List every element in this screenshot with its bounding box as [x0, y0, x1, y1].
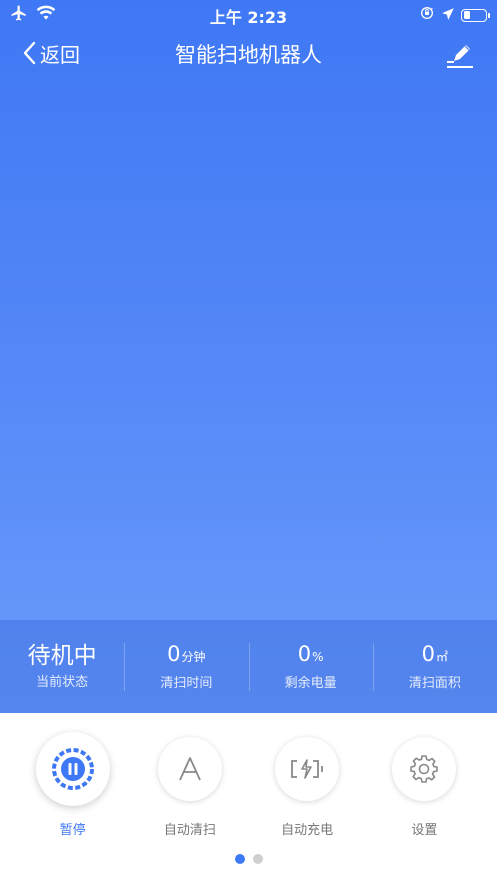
stat-value: 0分钟 — [167, 639, 205, 672]
auto-letter-icon — [179, 757, 201, 781]
auto-charge-button-circle[interactable] — [275, 737, 340, 801]
stat-value: 0% — [298, 639, 324, 672]
back-label: 返回 — [40, 43, 80, 67]
status-right — [419, 5, 490, 25]
control-label: 设置 — [411, 823, 438, 838]
battery-level — [463, 11, 470, 19]
stat-label: 清扫面积 — [408, 676, 461, 691]
stat-unit: % — [312, 650, 324, 664]
edit-button[interactable] — [445, 40, 475, 70]
stat-label: 清扫时间 — [160, 676, 213, 691]
settings-button[interactable]: 设置 — [374, 737, 474, 838]
auto-clean-button[interactable]: 自动清扫 — [140, 737, 240, 838]
battery-icon — [461, 8, 490, 22]
stat-label: 剩余电量 — [284, 676, 337, 691]
pause-button[interactable]: 暂停 — [23, 732, 123, 838]
stat-number: 0 — [421, 642, 436, 666]
stat-unit: 分钟 — [181, 650, 206, 664]
page-title: 智能扫地机器人 — [175, 43, 322, 67]
map-area: 上午 2:23 返回 智能扫地机器人 待机中 当前状态 0分钟 清扫时间 0% … — [0, 0, 497, 713]
stat-current-state: 待机中 当前状态 — [0, 635, 124, 699]
orientation-lock-icon — [419, 5, 435, 25]
page-dot-2[interactable] — [252, 854, 263, 864]
location-arrow-icon — [441, 6, 455, 25]
back-button[interactable]: 返回 — [22, 40, 80, 70]
auto-clean-button-circle[interactable] — [157, 737, 222, 801]
pencil-edit-icon — [447, 45, 473, 68]
control-label: 自动清扫 — [163, 823, 216, 838]
pause-icon — [51, 748, 94, 790]
control-panel: 暂停 自动清扫 自动充电 设置 — [0, 713, 497, 883]
control-row: 暂停 自动清扫 自动充电 设置 — [0, 732, 497, 838]
stat-unit: ㎡ — [436, 650, 449, 664]
stat-value: 待机中 — [28, 641, 97, 671]
stat-clean-area: 0㎡ 清扫面积 — [372, 635, 497, 699]
stat-number: 0 — [297, 642, 312, 666]
chevron-left-icon — [22, 41, 36, 69]
stat-number: 0 — [167, 642, 181, 666]
control-label: 暂停 — [59, 823, 86, 838]
stat-clean-time: 0分钟 清扫时间 — [124, 635, 248, 699]
robot-vacuum-screen: 上午 2:23 返回 智能扫地机器人 待机中 当前状态 0分钟 清扫时间 0% … — [0, 0, 497, 883]
nav-bar: 返回 智能扫地机器人 — [0, 36, 497, 76]
control-label: 自动充电 — [281, 823, 334, 838]
page-indicator — [0, 854, 497, 864]
stat-label: 当前状态 — [36, 674, 89, 690]
stats-bar: 待机中 当前状态 0分钟 清扫时间 0% 剩余电量 0㎡ 清扫面积 — [0, 620, 497, 713]
page-dot-1[interactable] — [234, 854, 245, 864]
status-bar: 上午 2:23 — [0, 0, 497, 28]
battery-charge-icon — [291, 759, 324, 779]
gear-icon — [410, 755, 439, 783]
stat-number: 待机中 — [27, 642, 97, 669]
stat-value: 0㎡ — [422, 639, 448, 672]
settings-button-circle[interactable] — [392, 737, 457, 801]
stat-battery: 0% 剩余电量 — [248, 635, 373, 699]
pause-button-circle[interactable] — [35, 732, 110, 806]
auto-charge-button[interactable]: 自动充电 — [257, 737, 357, 838]
